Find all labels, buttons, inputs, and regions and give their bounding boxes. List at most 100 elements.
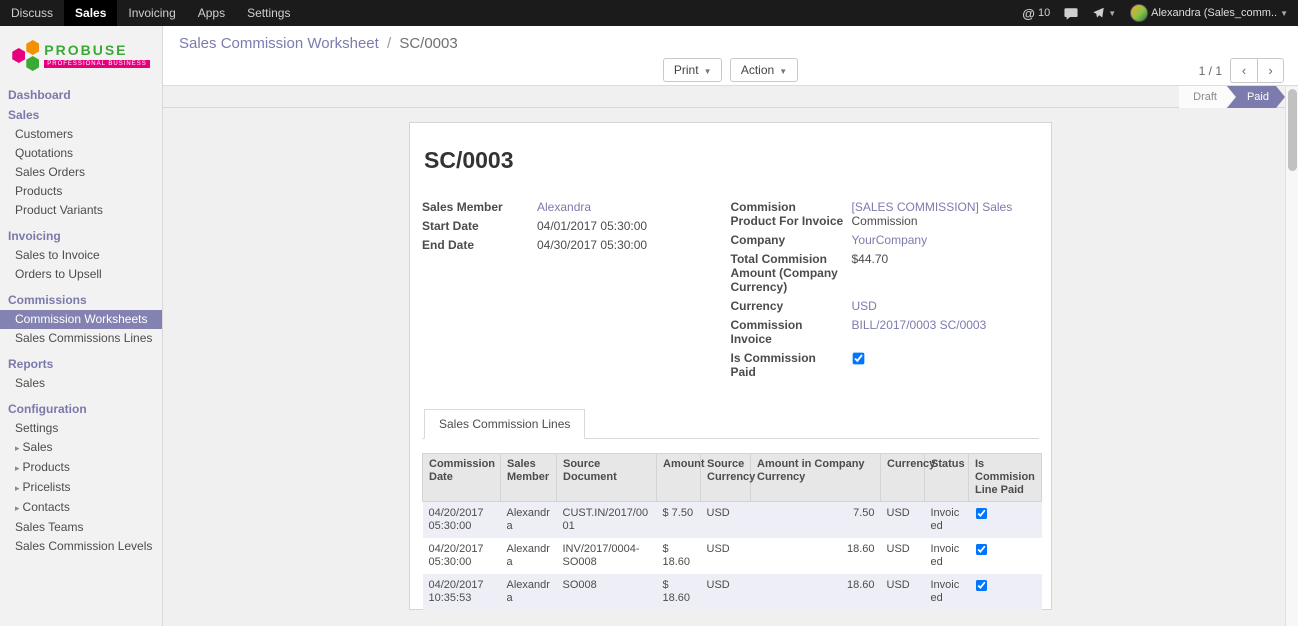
sidebar-item-reports-sales[interactable]: Sales bbox=[0, 374, 162, 393]
sidebar-item-config-contacts[interactable]: ▸Contacts bbox=[0, 498, 162, 518]
col-amount-company-currency[interactable]: Amount in Company Currency bbox=[751, 454, 881, 502]
sidebar-section-reports[interactable]: Reports bbox=[0, 354, 162, 374]
field-value-commission-product[interactable]: [SALES COMMISSION] Sales bbox=[852, 200, 1013, 214]
form-sheet: SC/0003 Sales Member Alexandra Start Dat… bbox=[409, 122, 1052, 610]
cell-line-paid bbox=[969, 574, 1042, 610]
print-button[interactable]: Print▼ bbox=[663, 58, 723, 82]
field-value-commission-product-rest: Commission bbox=[852, 214, 918, 228]
sidebar-item-sales-to-invoice[interactable]: Sales to Invoice bbox=[0, 246, 162, 265]
status-paid[interactable]: Paid bbox=[1227, 86, 1285, 108]
at-icon: @ bbox=[1022, 6, 1035, 21]
col-amount[interactable]: Amount bbox=[657, 454, 701, 502]
field-value-total-commission: $44.70 bbox=[852, 252, 889, 266]
cell-source-currency: USD bbox=[701, 538, 751, 574]
scrollbar-thumb[interactable] bbox=[1288, 89, 1297, 171]
pager-next-button[interactable]: › bbox=[1257, 58, 1284, 83]
col-status[interactable]: Status bbox=[925, 454, 969, 502]
is-commission-paid-checkbox[interactable] bbox=[852, 353, 864, 365]
cell-line-paid bbox=[969, 538, 1042, 574]
cell-amount: $ 18.60 bbox=[657, 574, 701, 610]
control-panel: Sales Commission Worksheet / SC/0003 Pri… bbox=[163, 26, 1298, 86]
sidebar-section-configuration[interactable]: Configuration bbox=[0, 399, 162, 419]
chevron-down-icon: ▼ bbox=[779, 67, 787, 76]
menu-apps[interactable]: Apps bbox=[187, 0, 236, 26]
sidebar-item-sales-commissions-lines[interactable]: Sales Commissions Lines bbox=[0, 329, 162, 348]
form-view: SC/0003 Sales Member Alexandra Start Dat… bbox=[163, 108, 1298, 626]
menu-discuss[interactable]: Discuss bbox=[0, 0, 64, 26]
sidebar-section-dashboard[interactable]: Dashboard bbox=[0, 85, 162, 105]
field-value-sales-member[interactable]: Alexandra bbox=[537, 200, 591, 214]
tab-sales-commission-lines[interactable]: Sales Commission Lines bbox=[424, 409, 585, 439]
commission-lines-table: Commission Date Sales Member Source Docu… bbox=[422, 453, 1042, 626]
line-paid-checkbox[interactable] bbox=[975, 544, 986, 555]
cell-source-document: INV/2017/0004-SO008 bbox=[557, 538, 657, 574]
action-button[interactable]: Action▼ bbox=[730, 58, 798, 82]
caret-right-icon: ▸ bbox=[15, 483, 20, 493]
sidebar-item-config-sales[interactable]: ▸Sales bbox=[0, 438, 162, 458]
field-value-commission-invoice[interactable]: BILL/2017/0003 SC/0003 bbox=[852, 318, 987, 332]
sidebar-item-config-pricelists[interactable]: ▸Pricelists bbox=[0, 478, 162, 498]
pager-count: 1 / 1 bbox=[1199, 64, 1222, 78]
vertical-scrollbar[interactable] bbox=[1285, 87, 1298, 626]
sidebar-item-customers[interactable]: Customers bbox=[0, 125, 162, 144]
sidebar-section-commissions[interactable]: Commissions bbox=[0, 290, 162, 310]
table-row[interactable]: 04/20/2017 05:30:00 Alexandra CUST.IN/20… bbox=[423, 502, 1042, 539]
user-menu[interactable]: Alexandra (Sales_comm.. ▼ bbox=[1130, 4, 1288, 22]
field-label-total-commission: Total Commision Amount (Company Currency… bbox=[731, 252, 852, 294]
breadcrumb: Sales Commission Worksheet / SC/0003 bbox=[179, 34, 1282, 54]
caret-right-icon: ▸ bbox=[15, 443, 20, 453]
chevron-down-icon: ▼ bbox=[1280, 9, 1288, 18]
col-source-currency[interactable]: Source Currency bbox=[701, 454, 751, 502]
cell-amount: $ 18.60 bbox=[657, 538, 701, 574]
planner-button[interactable]: ▼ bbox=[1092, 7, 1116, 19]
col-currency[interactable]: Currency bbox=[881, 454, 925, 502]
field-label-currency: Currency bbox=[731, 299, 852, 313]
table-row[interactable]: 04/20/2017 10:35:53 Alexandra SO008 $ 18… bbox=[423, 574, 1042, 610]
cell-status: Invoiced bbox=[925, 502, 969, 539]
menu-sales[interactable]: Sales bbox=[64, 0, 117, 26]
sidebar-item-products[interactable]: Products bbox=[0, 182, 162, 201]
breadcrumb-current: SC/0003 bbox=[399, 35, 457, 52]
pager-previous-button[interactable]: ‹ bbox=[1230, 58, 1257, 83]
status-draft[interactable]: Draft bbox=[1179, 86, 1235, 108]
logo-tagline: PROFESSIONAL BUSINESS bbox=[44, 60, 149, 69]
sidebar-section-sales[interactable]: Sales bbox=[0, 105, 162, 125]
sidebar-item-config-products[interactable]: ▸Products bbox=[0, 458, 162, 478]
sidebar-item-sales-commission-levels[interactable]: Sales Commission Levels bbox=[0, 537, 162, 556]
pager: 1 / 1 ‹ › bbox=[1199, 58, 1284, 83]
field-value-currency[interactable]: USD bbox=[852, 299, 877, 313]
sidebar-item-orders-to-upsell[interactable]: Orders to Upsell bbox=[0, 265, 162, 284]
sidebar-item-sales-orders[interactable]: Sales Orders bbox=[0, 163, 162, 182]
sidebar: PROBUSE PROFESSIONAL BUSINESS Dashboard … bbox=[0, 26, 163, 626]
messages-button[interactable] bbox=[1064, 7, 1078, 20]
cell-sales-member: Alexandra bbox=[501, 502, 557, 539]
sidebar-item-product-variants[interactable]: Product Variants bbox=[0, 201, 162, 220]
sidebar-item-settings[interactable]: Settings bbox=[0, 419, 162, 438]
chevron-down-icon: ▼ bbox=[1108, 9, 1116, 18]
menu-settings[interactable]: Settings bbox=[236, 0, 301, 26]
field-value-company[interactable]: YourCompany bbox=[852, 233, 928, 247]
col-commission-date[interactable]: Commission Date bbox=[423, 454, 501, 502]
line-paid-checkbox[interactable] bbox=[975, 580, 986, 591]
col-line-paid[interactable]: Is Commision Line Paid bbox=[969, 454, 1042, 502]
cell-commission-date: 04/20/2017 05:30:00 bbox=[423, 538, 501, 574]
user-name: Alexandra (Sales_comm.. bbox=[1151, 7, 1277, 19]
menu-invoicing[interactable]: Invoicing bbox=[117, 0, 186, 26]
table-row[interactable]: 04/20/2017 05:30:00 Alexandra INV/2017/0… bbox=[423, 538, 1042, 574]
cell-sales-member: Alexandra bbox=[501, 574, 557, 610]
sidebar-item-quotations[interactable]: Quotations bbox=[0, 144, 162, 163]
cell-status: Invoiced bbox=[925, 538, 969, 574]
logo-hexagons-icon bbox=[12, 40, 39, 71]
sidebar-item-commission-worksheets[interactable]: Commission Worksheets bbox=[0, 310, 162, 329]
sidebar-section-invoicing[interactable]: Invoicing bbox=[0, 226, 162, 246]
sidebar-item-sales-teams[interactable]: Sales Teams bbox=[0, 518, 162, 537]
cell-source-currency: USD bbox=[701, 502, 751, 539]
col-sales-member[interactable]: Sales Member bbox=[501, 454, 557, 502]
activities-button[interactable]: @ 10 bbox=[1022, 6, 1050, 21]
statusbar: Draft Paid bbox=[163, 86, 1298, 108]
activity-count: 10 bbox=[1038, 7, 1050, 19]
col-source-document[interactable]: Source Document bbox=[557, 454, 657, 502]
line-paid-checkbox[interactable] bbox=[975, 508, 986, 519]
field-label-end-date: End Date bbox=[422, 238, 537, 252]
breadcrumb-parent-link[interactable]: Sales Commission Worksheet bbox=[179, 35, 379, 52]
